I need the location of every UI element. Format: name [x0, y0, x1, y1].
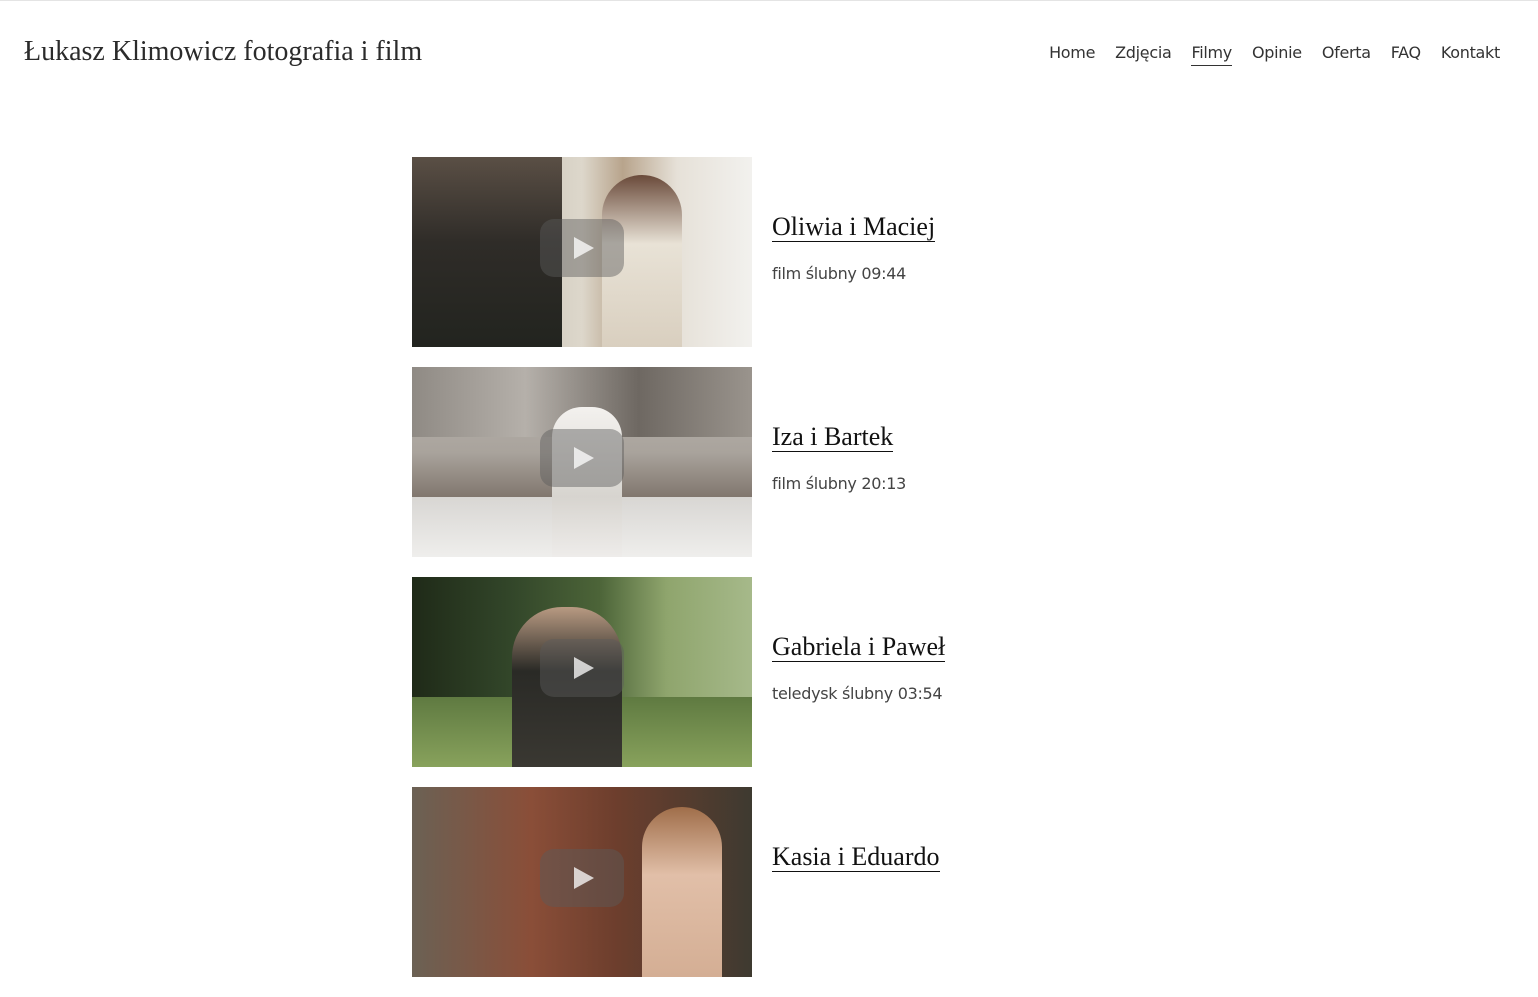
nav-home[interactable]: Home — [1049, 43, 1095, 66]
nav-kontakt[interactable]: Kontakt — [1441, 43, 1500, 66]
play-icon[interactable] — [540, 429, 624, 487]
video-description: film ślubny 09:44 — [772, 264, 906, 283]
video-meta: Iza i Bartek film ślubny 20:13 — [752, 367, 906, 557]
nav-filmy[interactable]: Filmy — [1191, 43, 1232, 66]
video-item: Iza i Bartek film ślubny 20:13 — [412, 367, 1112, 557]
video-meta: Oliwia i Maciej film ślubny 09:44 — [752, 157, 936, 347]
video-title-link[interactable]: Gabriela i Paweł — [772, 633, 946, 662]
video-list: Oliwia i Maciej film ślubny 09:44 Iza i … — [412, 157, 1112, 997]
play-icon[interactable] — [540, 639, 624, 697]
nav-faq[interactable]: FAQ — [1391, 43, 1421, 66]
nav-zdjecia[interactable]: Zdjęcia — [1115, 43, 1172, 66]
play-icon[interactable] — [540, 219, 624, 277]
video-description: teledysk ślubny 03:54 — [772, 684, 943, 703]
video-item: Oliwia i Maciej film ślubny 09:44 — [412, 157, 1112, 347]
video-item: Kasia i Eduardo — [412, 787, 1112, 977]
video-item: Gabriela i Paweł teledysk ślubny 03:54 — [412, 577, 1112, 767]
video-thumbnail[interactable] — [412, 157, 752, 347]
nav-oferta[interactable]: Oferta — [1322, 43, 1371, 66]
video-title-link[interactable]: Iza i Bartek — [772, 423, 894, 452]
nav-opinie[interactable]: Opinie — [1252, 43, 1302, 66]
top-divider — [0, 0, 1538, 1]
video-title-link[interactable]: Kasia i Eduardo — [772, 843, 940, 872]
main-nav: Home Zdjęcia Filmy Opinie Oferta FAQ Kon… — [1049, 43, 1500, 66]
video-meta: Gabriela i Paweł teledysk ślubny 03:54 — [752, 577, 946, 767]
video-thumbnail[interactable] — [412, 367, 752, 557]
site-title-link[interactable]: Łukasz Klimowicz fotografia i film — [24, 36, 422, 68]
video-title-link[interactable]: Oliwia i Maciej — [772, 213, 936, 242]
video-description: film ślubny 20:13 — [772, 474, 906, 493]
video-thumbnail[interactable] — [412, 787, 752, 977]
video-meta: Kasia i Eduardo — [752, 787, 940, 977]
video-thumbnail[interactable] — [412, 577, 752, 767]
play-icon[interactable] — [540, 849, 624, 907]
